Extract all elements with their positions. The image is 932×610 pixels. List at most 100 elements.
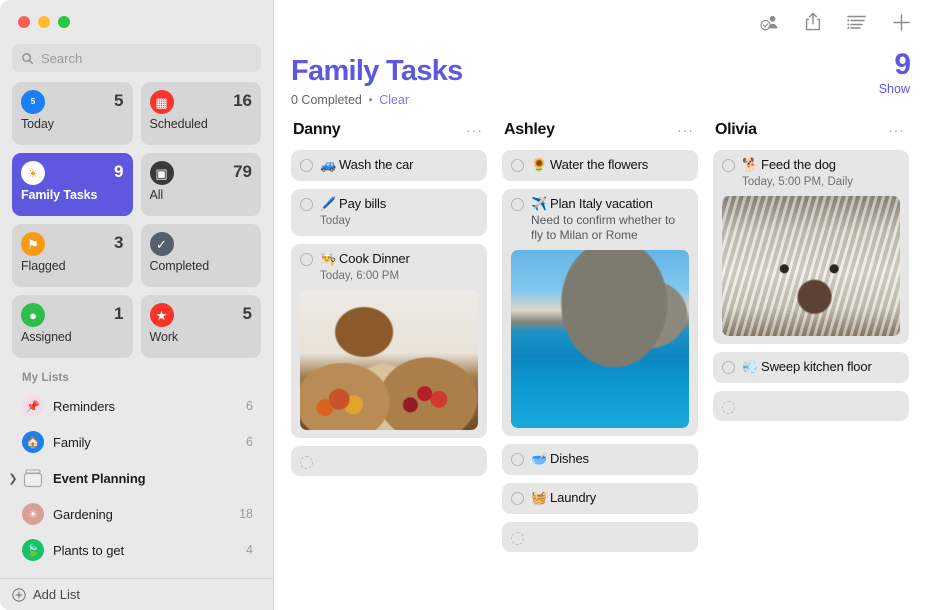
- list-item-reminders[interactable]: 📌Reminders6: [10, 388, 263, 424]
- add-icon[interactable]: [890, 11, 912, 33]
- add-list-label: Add List: [33, 587, 80, 602]
- task-attachment-image[interactable]: [300, 290, 478, 430]
- task-checkbox[interactable]: [300, 198, 313, 211]
- folder-icon: [22, 469, 44, 487]
- task-column-ashley: Ashley···🌻Water the flowers✈️Plan Italy …: [502, 119, 698, 560]
- task-checkbox[interactable]: [722, 159, 735, 172]
- smart-list-today[interactable]: 55Today: [12, 82, 133, 145]
- list-header: Family Tasks 0 Completed • Clear 9 Show: [274, 44, 932, 107]
- traffic-lights: [0, 0, 273, 44]
- chevron-right-icon[interactable]: ❯: [6, 472, 20, 485]
- task-title-text: Wash the car: [339, 157, 413, 172]
- close-button[interactable]: [18, 16, 30, 28]
- column-menu-button[interactable]: ···: [888, 125, 905, 135]
- task-emoji: 🐕: [742, 157, 758, 172]
- leaf-icon: 🍃: [22, 539, 44, 561]
- task-card[interactable]: 🧺Laundry: [502, 483, 698, 514]
- task-emoji: 🧺: [531, 490, 547, 505]
- task-title-text: Plan Italy vacation: [550, 196, 653, 211]
- task-title-text: Feed the dog: [761, 157, 836, 172]
- task-card[interactable]: 👨‍🍳Cook DinnerToday, 6:00 PM: [291, 244, 487, 438]
- task-checkbox[interactable]: [300, 159, 313, 172]
- smart-list-family-tasks[interactable]: ☀9Family Tasks: [12, 153, 133, 216]
- house-icon: 🏠: [22, 431, 44, 453]
- task-column-danny: Danny···🚙Wash the car🖊️Pay billsToday👨‍🍳…: [291, 119, 487, 484]
- task-card[interactable]: 🖊️Pay billsToday: [291, 189, 487, 236]
- minimize-button[interactable]: [38, 16, 50, 28]
- task-card[interactable]: 🥣Dishes: [502, 444, 698, 475]
- search-input[interactable]: Search: [12, 44, 261, 72]
- list-item-gardening[interactable]: ☀Gardening18: [10, 496, 263, 532]
- sun-icon: ☀: [22, 503, 44, 525]
- new-task-row[interactable]: [502, 522, 698, 552]
- new-task-checkbox[interactable]: [300, 456, 313, 469]
- add-list-button[interactable]: Add List: [0, 578, 273, 610]
- column-menu-button[interactable]: ···: [677, 125, 694, 135]
- task-checkbox[interactable]: [511, 492, 524, 505]
- list-item-event-planning[interactable]: ❯Event Planning: [10, 460, 263, 496]
- task-title: 🧺Laundry: [531, 490, 596, 506]
- reminder-count-block: 9 Show: [879, 49, 910, 96]
- task-attachment-image[interactable]: [722, 196, 900, 336]
- share-icon[interactable]: [802, 11, 824, 33]
- smart-list-label: Today: [21, 117, 124, 131]
- task-row: ✈️Plan Italy vacation: [511, 196, 689, 212]
- task-checkbox[interactable]: [511, 159, 524, 172]
- main-content: Family Tasks 0 Completed • Clear 9 Show …: [274, 0, 932, 610]
- smart-list-count: 5: [243, 303, 252, 325]
- show-button[interactable]: Show: [879, 82, 910, 96]
- task-emoji: 🌻: [531, 157, 547, 172]
- task-title-text: Sweep kitchen floor: [761, 359, 872, 374]
- task-attachment-image[interactable]: [511, 250, 689, 428]
- new-task-row[interactable]: [291, 446, 487, 476]
- plus-circle-icon: [12, 588, 26, 602]
- column-menu-button[interactable]: ···: [466, 125, 483, 135]
- smart-list-assigned[interactable]: ●1Assigned: [12, 295, 133, 358]
- task-row: 💨Sweep kitchen floor: [722, 359, 900, 375]
- smart-list-count: 16: [233, 90, 252, 112]
- new-task-checkbox[interactable]: [722, 401, 735, 414]
- task-emoji: ✈️: [531, 196, 547, 211]
- task-checkbox[interactable]: [300, 253, 313, 266]
- zoom-button[interactable]: [58, 16, 70, 28]
- task-title-text: Laundry: [550, 490, 596, 505]
- smart-list-label: Completed: [150, 259, 253, 273]
- new-task-inner: [300, 454, 478, 469]
- smart-list-flagged[interactable]: ⚑3Flagged: [12, 224, 133, 287]
- new-task-row[interactable]: [713, 391, 909, 421]
- task-card[interactable]: ✈️Plan Italy vacationNeed to confirm whe…: [502, 189, 698, 436]
- new-task-checkbox[interactable]: [511, 532, 524, 545]
- task-title: 🥣Dishes: [531, 451, 589, 467]
- task-card[interactable]: 🚙Wash the car: [291, 150, 487, 181]
- smart-list-scheduled[interactable]: ▦16Scheduled: [141, 82, 262, 145]
- star-icon: ★: [150, 303, 174, 327]
- task-column-olivia: Olivia···🐕Feed the dogToday, 5:00 PM, Da…: [713, 119, 909, 429]
- task-card[interactable]: 🐕Feed the dogToday, 5:00 PM, Daily: [713, 150, 909, 344]
- task-title: 💨Sweep kitchen floor: [742, 359, 872, 375]
- task-card[interactable]: 💨Sweep kitchen floor: [713, 352, 909, 383]
- my-lists: 📌Reminders6🏠Family6❯Event Planning☀Garde…: [0, 388, 273, 568]
- search-container: Search: [0, 44, 273, 82]
- smart-list-completed[interactable]: ✓Completed: [141, 224, 262, 287]
- reminder-count: 9: [879, 49, 910, 81]
- smart-list-count: 5: [114, 90, 123, 112]
- smart-lists-grid: 55Today▦16Scheduled☀9Family Tasks▣79All⚑…: [0, 82, 273, 358]
- task-checkbox[interactable]: [722, 361, 735, 374]
- task-row: 🚙Wash the car: [300, 157, 478, 173]
- search-icon: [21, 52, 34, 65]
- list-item-plants-to-get[interactable]: 🍃Plants to get4: [10, 532, 263, 568]
- tray-icon: ▣: [150, 161, 174, 185]
- task-checkbox[interactable]: [511, 453, 524, 466]
- list-item-label: Event Planning: [53, 471, 244, 486]
- smart-list-label: Scheduled: [150, 117, 253, 131]
- list-item-family[interactable]: 🏠Family6: [10, 424, 263, 460]
- smart-list-work[interactable]: ★5Work: [141, 295, 262, 358]
- smart-list-all[interactable]: ▣79All: [141, 153, 262, 216]
- task-row: 🐕Feed the dog: [722, 157, 900, 173]
- view-list-icon[interactable]: [846, 11, 868, 33]
- clear-button[interactable]: Clear: [379, 93, 409, 107]
- task-card[interactable]: 🌻Water the flowers: [502, 150, 698, 181]
- task-checkbox[interactable]: [511, 198, 524, 211]
- assigned-icon[interactable]: [758, 11, 780, 33]
- task-row: 🖊️Pay bills: [300, 196, 478, 212]
